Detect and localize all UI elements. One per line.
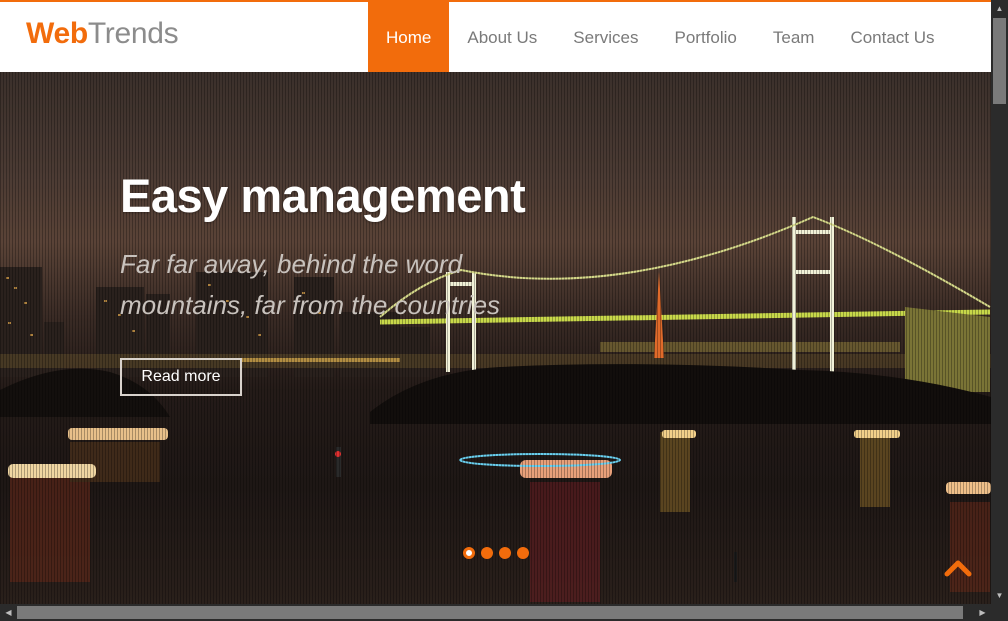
vertical-scroll-thumb[interactable]	[993, 18, 1006, 104]
slider-dot-2[interactable]	[481, 547, 493, 559]
slider-dot-3[interactable]	[499, 547, 511, 559]
slider-dot-1[interactable]	[463, 547, 475, 559]
chevron-up-icon	[944, 560, 972, 577]
nav-item-portfolio[interactable]: Portfolio	[656, 0, 754, 72]
scrollbar-corner	[991, 604, 1008, 621]
logo-part-trends: Trends	[87, 17, 179, 50]
scroll-right-arrow-icon[interactable]: ▶	[974, 604, 991, 621]
horizontal-scroll-thumb[interactable]	[17, 606, 963, 619]
hero-subtitle: Far far away, behind the word mountains,…	[120, 249, 501, 320]
read-more-button[interactable]: Read more	[120, 358, 242, 396]
slider-dot-4[interactable]	[517, 547, 529, 559]
hero-background-image	[0, 215, 991, 602]
nav-item-services[interactable]: Services	[555, 0, 656, 72]
scroll-left-arrow-icon[interactable]: ◀	[0, 604, 17, 621]
back-to-top-button[interactable]	[944, 558, 972, 578]
logo[interactable]: WebTrends	[26, 16, 179, 52]
scroll-up-arrow-icon[interactable]: ▲	[991, 0, 1008, 17]
nav-item-team[interactable]: Team	[755, 0, 833, 72]
navbar: WebTrends Home About Us Services Portfol…	[0, 0, 991, 72]
nav-item-contact-us[interactable]: Contact Us	[832, 0, 952, 72]
main-nav: Home About Us Services Portfolio Team Co…	[368, 0, 953, 72]
browser-viewport: WebTrends Home About Us Services Portfol…	[0, 0, 991, 604]
scroll-down-arrow-icon[interactable]: ▼	[991, 587, 1008, 604]
horizontal-scrollbar[interactable]: ◀ ▶	[0, 604, 991, 621]
nav-item-about-us[interactable]: About Us	[449, 0, 555, 72]
hero-slider: Easy management Far far away, behind the…	[0, 72, 991, 604]
hero-title: Easy management	[120, 169, 526, 222]
vertical-scrollbar[interactable]: ▲ ▼	[991, 0, 1008, 604]
logo-part-web: Web	[26, 17, 88, 50]
nav-item-home[interactable]: Home	[368, 0, 450, 72]
slider-pagination	[463, 547, 529, 559]
